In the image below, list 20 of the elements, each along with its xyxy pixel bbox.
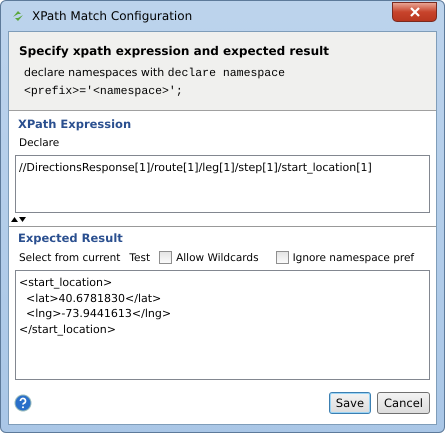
splitter-arrows-icon[interactable] <box>11 216 27 223</box>
section-title: XPath Expression <box>17 117 132 131</box>
toolbar-button[interactable]: Select from current <box>19 252 120 264</box>
close-icon <box>410 7 420 17</box>
checkbox-label: Allow Wildcards <box>176 252 259 264</box>
description-text: declare namespaces with declare namespace <prefix>='<namespace>'; <box>23 65 286 100</box>
dialog-button[interactable]: Save <box>328 392 372 414</box>
xpath-field[interactable]: //DirectionsResponse[1]/route[1]/leg[1]/step[1]/start_location[1] <box>15 155 430 213</box>
section-title: Expected Result <box>17 231 124 245</box>
checkbox[interactable] <box>159 251 172 264</box>
help-icon[interactable] <box>14 394 32 412</box>
checkbox-label: Ignore namespace pref <box>292 252 414 264</box>
checkbox[interactable] <box>276 251 289 264</box>
toolbar-button[interactable]: Declare <box>19 137 60 149</box>
expected-result-field[interactable]: <start_location> <lat>40.6781830</lat> <lng>-73.9441613</lng> </start_location> <box>15 270 430 380</box>
window-title: XPath Match Configuration <box>32 9 192 23</box>
header-title: Specify xpath expression and expected result <box>19 44 330 58</box>
toolbar-button[interactable]: Test <box>129 252 150 264</box>
close-button[interactable] <box>392 2 437 22</box>
dialog-button[interactable]: Cancel <box>377 392 430 414</box>
